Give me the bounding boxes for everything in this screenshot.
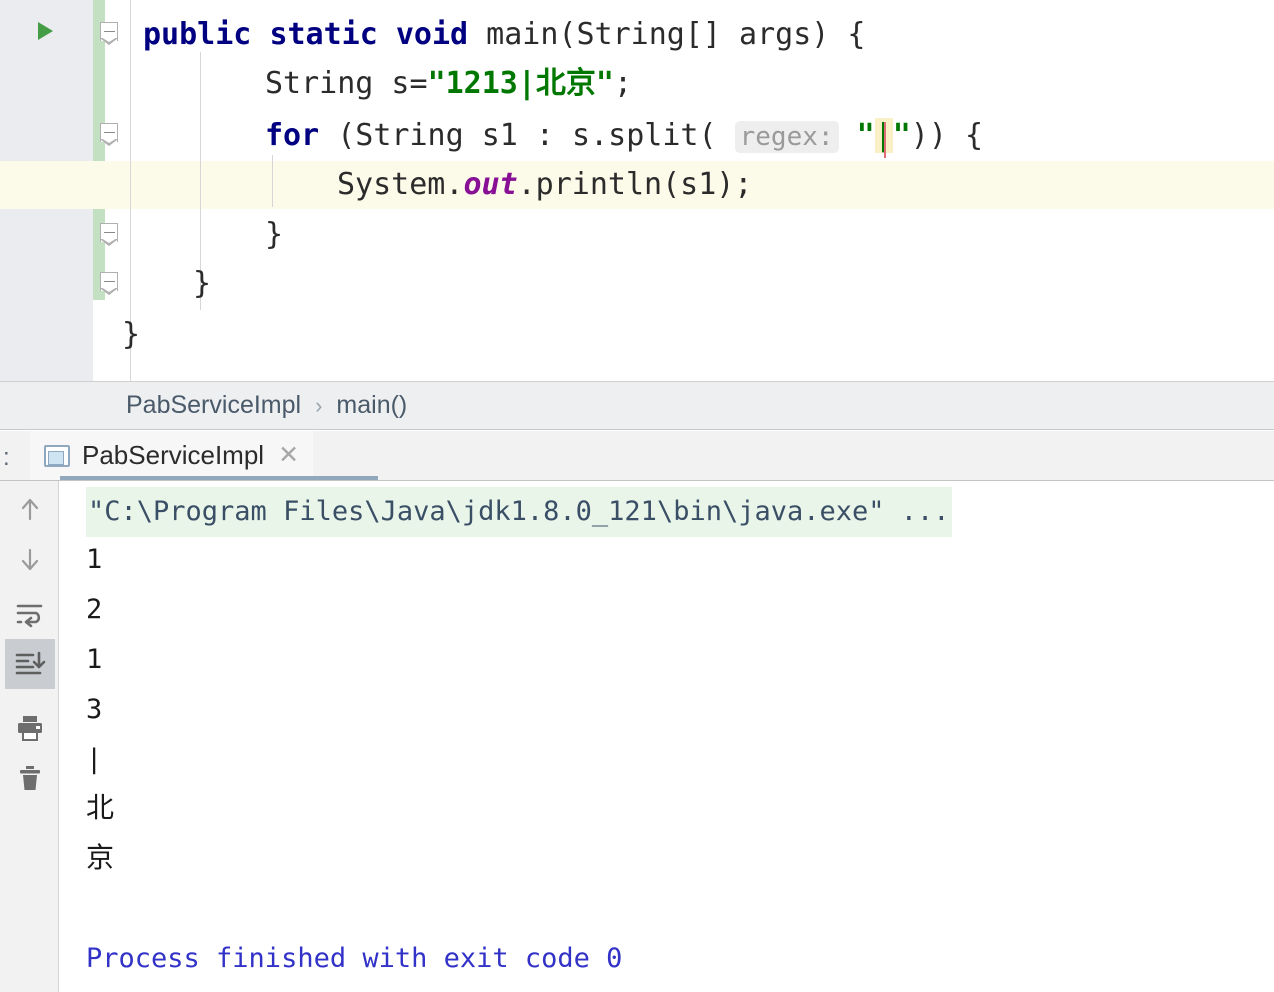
console-panel[interactable]: "C:\Program Files\Java\jdk1.8.0_121\bin\… xyxy=(0,481,1274,992)
tab-pabserviceimpl[interactable]: PabServiceImpl ✕ xyxy=(30,431,314,480)
print-icon[interactable] xyxy=(5,703,55,753)
console-exit-message: Process finished with exit code 0 xyxy=(86,943,623,974)
tab-active-underline xyxy=(60,476,378,480)
console-output-line: 北 xyxy=(86,791,115,824)
code-text[interactable]: public static void main(String[] args) {… xyxy=(0,0,1274,381)
code-line-6[interactable]: } xyxy=(193,260,211,308)
keyword-static: static xyxy=(269,17,378,52)
pipe-literal-with-caret: | xyxy=(874,118,893,158)
breadcrumb-method[interactable]: main() xyxy=(336,391,407,420)
for-header: (String s1 : s.split( xyxy=(319,118,735,153)
console-toolbar xyxy=(0,481,59,992)
down-arrow-icon[interactable] xyxy=(5,534,55,584)
keyword-void: void xyxy=(395,17,469,52)
breadcrumb-class[interactable]: PabServiceImpl xyxy=(126,391,301,420)
code-line-7[interactable]: } xyxy=(122,311,140,359)
code-line-5[interactable]: } xyxy=(265,211,283,259)
trash-icon[interactable] xyxy=(5,753,55,803)
tab-label: PabServiceImpl xyxy=(82,440,265,470)
for-tail: )) { xyxy=(910,118,984,153)
main-signature: main(String[] args) { xyxy=(468,17,866,52)
code-line-2[interactable]: String s="1213|北京"; xyxy=(265,60,632,108)
scroll-to-end-icon[interactable] xyxy=(5,639,55,689)
console-output-line: 2 xyxy=(86,594,103,625)
tabbar-ellipsis: : xyxy=(3,444,10,471)
chevron-right-icon: › xyxy=(315,392,323,418)
console-output-line: | xyxy=(86,744,103,775)
up-arrow-icon[interactable] xyxy=(5,484,55,534)
code-editor[interactable]: public static void main(String[] args) {… xyxy=(0,0,1274,381)
closing-brace: } xyxy=(265,217,284,252)
code-line-4[interactable]: System.out.println(s1); xyxy=(337,161,752,209)
console-output-line: 京 xyxy=(86,841,115,874)
closing-brace: } xyxy=(122,317,141,352)
keyword-for: for xyxy=(265,118,320,153)
system-prefix: System. xyxy=(337,167,464,202)
soft-wrap-icon[interactable] xyxy=(5,589,55,639)
string-declaration: String s= xyxy=(265,66,428,101)
string-literal: "1213|北京" xyxy=(427,66,614,101)
console-output-line: 3 xyxy=(86,694,103,725)
console-output-line: 1 xyxy=(86,544,103,575)
quote-open: " xyxy=(856,118,875,153)
parameter-hint-regex: regex: xyxy=(734,121,839,153)
closing-brace: } xyxy=(193,266,212,301)
code-line-3[interactable]: for (String s1 : s.split( regex: "|")) { xyxy=(265,112,983,160)
quote-close: " xyxy=(892,118,911,153)
text-caret xyxy=(883,122,886,158)
console-window-icon xyxy=(44,444,70,467)
println-call: .println(s1); xyxy=(517,167,753,202)
close-icon[interactable]: ✕ xyxy=(278,443,299,468)
breadcrumb[interactable]: PabServiceImpl › main() xyxy=(0,381,1274,430)
code-line-1[interactable]: public static void main(String[] args) { xyxy=(143,11,865,59)
console-command-line: "C:\Program Files\Java\jdk1.8.0_121\bin\… xyxy=(86,487,952,537)
semicolon: ; xyxy=(614,66,633,101)
console-output[interactable]: "C:\Program Files\Java\jdk1.8.0_121\bin\… xyxy=(60,481,1274,992)
run-tool-window-tabbar: : PabServiceImpl ✕ xyxy=(0,431,1274,481)
keyword-public: public xyxy=(143,17,252,52)
field-out: out xyxy=(463,167,518,202)
console-output-line: 1 xyxy=(86,644,103,675)
